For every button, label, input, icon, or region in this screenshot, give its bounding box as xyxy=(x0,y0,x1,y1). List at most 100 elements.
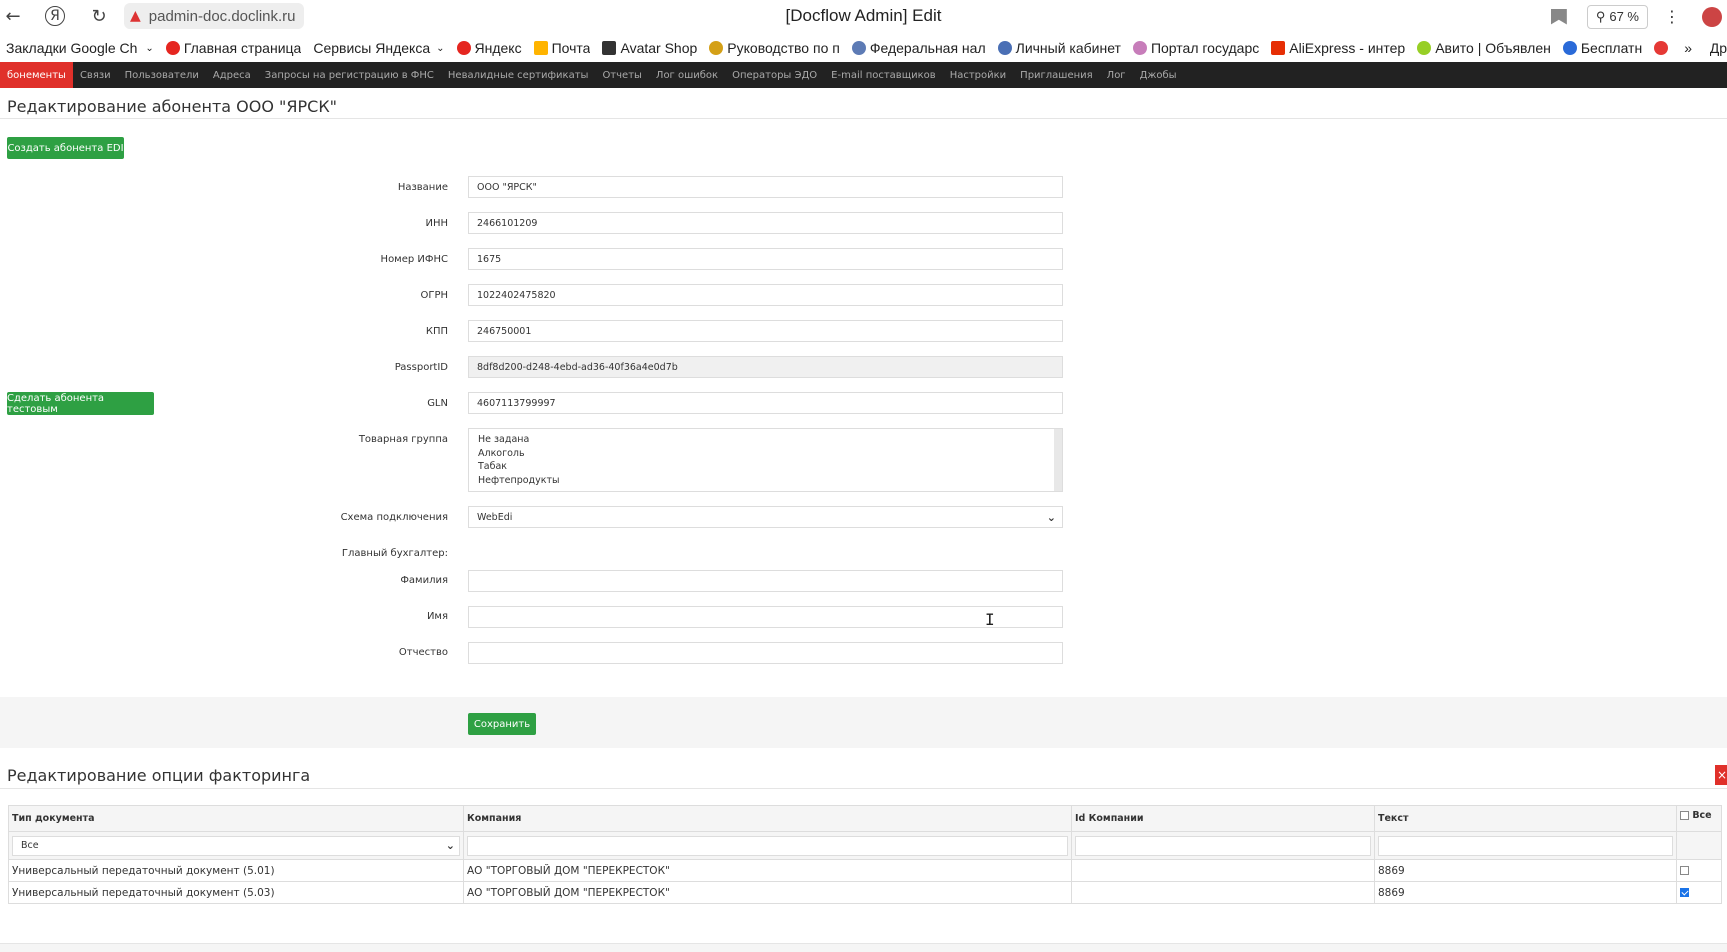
filter-cell: Все ⌄ xyxy=(8,831,464,860)
column-header[interactable]: Компания xyxy=(463,805,1072,832)
table-row[interactable]: Универсальный передаточный документ (5.0… xyxy=(8,859,1722,882)
table-header: Тип документа Компания Id Компании Текст… xyxy=(8,805,1722,832)
nav-item-error-log[interactable]: Лог ошибок xyxy=(649,62,725,88)
profile-avatar[interactable] xyxy=(1702,6,1722,27)
nav-item-supplier-emails[interactable]: E-mail поставщиков xyxy=(824,62,943,88)
browser-toolbar: ← Я ↻ ▲ padmin-doc.doclink.ru [Docflow A… xyxy=(0,0,1727,33)
column-header[interactable]: Тип документа xyxy=(8,805,464,832)
row-checkbox[interactable] xyxy=(1680,888,1689,897)
passport-field: 8df8d200-d248-4ebd-ad36-40f36a4e0d7b xyxy=(468,356,1063,378)
nav-item-log[interactable]: Лог xyxy=(1100,62,1133,88)
checkbox-cell xyxy=(1676,859,1722,882)
zoom-indicator[interactable]: ⚲ 67 % xyxy=(1586,4,1648,29)
list-option[interactable]: Не задана xyxy=(478,433,1053,447)
passport-label: PassportID xyxy=(394,362,448,373)
list-option[interactable]: Табак xyxy=(478,460,1053,474)
scheme-select[interactable]: WebEdi ⌄ xyxy=(468,506,1063,528)
bookmark-label: Закладки Google Ch xyxy=(6,40,138,56)
row-checkbox[interactable] xyxy=(1680,866,1689,875)
bookmarks-bar: Закладки Google Ch ⌄ Главная страница Сер… xyxy=(0,35,1727,61)
bookmark-item[interactable]: Портал государс xyxy=(1132,40,1260,56)
bookmark-item[interactable]: Федеральная нал xyxy=(851,40,986,56)
menu-icon[interactable]: ⋮ xyxy=(1664,7,1680,26)
nav-item-subscribers[interactable]: бонементы xyxy=(0,62,73,88)
nav-item-fns-requests[interactable]: Запросы на регистрацию в ФНС xyxy=(258,62,441,88)
chevron-down-icon: ⌄ xyxy=(445,839,455,852)
nav-item-edo-operators[interactable]: Операторы ЭДО xyxy=(725,62,824,88)
bookmark-item[interactable]: AliExpress - интер xyxy=(1271,40,1405,56)
bookmark-icon[interactable] xyxy=(1550,8,1567,25)
divider xyxy=(0,788,1727,789)
product-group-listbox[interactable]: Не задана Алкоголь Табак Нефтепродукты xyxy=(468,428,1063,492)
nav-item-links[interactable]: Связи xyxy=(73,62,118,88)
emblem-icon xyxy=(997,41,1012,55)
nav-item-settings[interactable]: Настройки xyxy=(943,62,1013,88)
company-cell: АО "ТОРГОВЫЙ ДОМ "ПЕРЕКРЕСТОК" xyxy=(463,859,1072,882)
create-edi-button[interactable]: Создать абонента EDI xyxy=(7,137,124,159)
bookmark-item[interactable]: Главная страница xyxy=(165,40,301,56)
gln-field[interactable]: 4607113799997 xyxy=(468,392,1063,414)
close-button[interactable]: × xyxy=(1715,765,1727,785)
select-all-checkbox[interactable] xyxy=(1680,811,1689,820)
ifns-field[interactable]: 1675 xyxy=(468,248,1063,270)
aliexpress-icon xyxy=(1271,41,1286,55)
bookmark-item[interactable]: Почта xyxy=(533,40,591,56)
doc-type-filter[interactable]: Все ⌄ xyxy=(12,835,460,856)
ogrn-field[interactable]: 1022402475820 xyxy=(468,284,1063,306)
bookmark-item[interactable]: Яндекс xyxy=(456,40,522,56)
bookmark-item[interactable]: Сервисы Яндекса ⌄ xyxy=(313,40,444,56)
bookmark-label: Портал государс xyxy=(1150,40,1260,56)
bookmark-item[interactable]: Личный кабинет xyxy=(997,40,1121,56)
save-button[interactable]: Сохранить xyxy=(468,713,536,735)
bookmark-label: AliExpress - интер xyxy=(1289,40,1406,56)
bookmark-label: Авито | Объявлен xyxy=(1435,40,1551,56)
chevron-down-icon: ⌄ xyxy=(1046,510,1056,524)
other-bookmarks[interactable]: Др xyxy=(1710,40,1727,56)
page-footer xyxy=(0,943,1727,952)
bookmark-item[interactable]: Авито | Объявлен xyxy=(1417,40,1551,56)
scheme-value: WebEdi xyxy=(477,511,513,523)
column-header[interactable]: Текст xyxy=(1374,805,1677,832)
page-title: Редактирование абонента ООО "ЯРСК" xyxy=(7,97,338,116)
bookmark-item[interactable]: Руководство по п xyxy=(709,40,840,56)
nav-item-addresses[interactable]: Адреса xyxy=(206,62,258,88)
bookmark-item[interactable] xyxy=(1654,41,1672,55)
kpp-field[interactable]: 246750001 xyxy=(468,320,1063,342)
nav-item-invalid-certs[interactable]: Невалидные сертификаты xyxy=(441,62,596,88)
firstname-field[interactable] xyxy=(468,606,1063,628)
text-cell: 8869 xyxy=(1374,859,1677,882)
nav-item-reports[interactable]: Отчеты xyxy=(595,62,648,88)
company-cell: АО "ТОРГОВЫЙ ДОМ "ПЕРЕКРЕСТОК" xyxy=(463,881,1072,904)
bookmark-item[interactable]: Avatar Shop xyxy=(602,40,697,56)
company-filter[interactable] xyxy=(467,835,1068,856)
bookmark-label: Федеральная нал xyxy=(869,40,986,56)
list-option[interactable]: Алкоголь xyxy=(478,447,1053,461)
column-header[interactable]: Id Компании xyxy=(1071,805,1375,832)
list-option[interactable]: Нефтепродукты xyxy=(478,474,1053,488)
gln-label: GLN xyxy=(427,398,448,409)
doc-type-filter-value: Все xyxy=(21,840,39,851)
make-test-button[interactable]: Сделать абонента тестовым xyxy=(7,392,154,415)
text-filter[interactable] xyxy=(1378,835,1673,856)
company-id-filter[interactable] xyxy=(1075,835,1371,856)
bookmarks-more-button[interactable]: » xyxy=(1684,40,1692,56)
shop-icon xyxy=(602,41,617,55)
bookmark-item[interactable]: Бесплатн xyxy=(1562,40,1642,56)
nav-item-users[interactable]: Пользователи xyxy=(118,62,206,88)
table-row[interactable]: Универсальный передаточный документ (5.0… xyxy=(8,881,1722,904)
name-field[interactable]: ООО "ЯРСК" xyxy=(468,176,1063,198)
bookmark-label: Почта xyxy=(551,40,591,56)
doc-type-cell: Универсальный передаточный документ (5.0… xyxy=(8,859,464,882)
company-id-cell xyxy=(1071,859,1375,882)
nav-item-jobs[interactable]: Джобы xyxy=(1133,62,1184,88)
filter-row: Все ⌄ xyxy=(8,831,1722,860)
inn-field[interactable]: 2466101209 xyxy=(468,212,1063,234)
divider xyxy=(0,118,1727,119)
browser-page-title: [Docflow Admin] Edit xyxy=(785,6,942,25)
nav-item-invitations[interactable]: Приглашения xyxy=(1013,62,1100,88)
bookmark-item[interactable]: Закладки Google Ch ⌄ xyxy=(6,40,154,56)
scrollbar[interactable] xyxy=(1054,429,1062,491)
lastname-field[interactable] xyxy=(468,570,1063,592)
patronymic-field[interactable] xyxy=(468,642,1063,664)
ifns-label: Номер ИФНС xyxy=(380,254,448,265)
